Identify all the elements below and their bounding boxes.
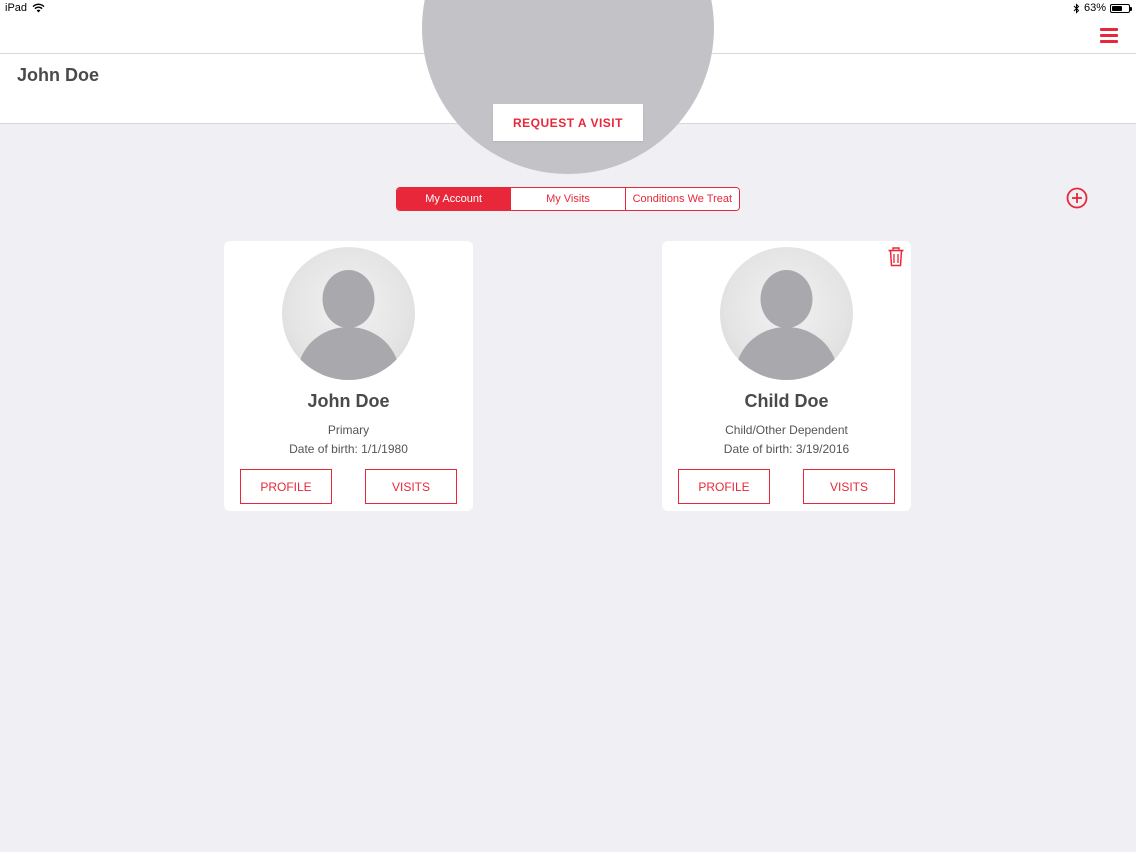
member-card: Child Doe Child/Other Dependent Date of … <box>662 241 911 511</box>
person-placeholder-icon <box>297 270 400 380</box>
avatar <box>282 247 415 380</box>
tab-my-visits[interactable]: My Visits <box>511 188 626 210</box>
account-user-name: John Doe <box>17 65 100 85</box>
member-dob: Date of birth: 3/19/2016 <box>723 442 850 456</box>
bluetooth-icon <box>1073 2 1080 14</box>
visits-button[interactable]: VISITS <box>803 469 895 504</box>
member-name: Child Doe <box>744 391 829 411</box>
member-role: Primary <box>327 423 370 437</box>
status-right: 63% <box>1073 2 1132 14</box>
tab-conditions-we-treat[interactable]: Conditions We Treat <box>625 188 739 210</box>
member-dob: Date of birth: 1/1/1980 <box>289 442 408 456</box>
plus-circle-icon[interactable] <box>1066 187 1088 209</box>
trash-icon[interactable] <box>887 247 905 267</box>
hero-circle <box>422 0 714 174</box>
battery-percent: 63% <box>1083 2 1106 14</box>
member-role: Child/Other Dependent <box>725 423 848 437</box>
profile-button[interactable]: PROFILE <box>240 469 332 504</box>
member-card: John Doe Primary Date of birth: 1/1/1980… <box>224 241 473 511</box>
member-name: John Doe <box>307 391 390 411</box>
visits-button[interactable]: VISITS <box>365 469 457 504</box>
profile-button[interactable]: PROFILE <box>678 469 770 504</box>
battery-icon <box>1110 3 1132 13</box>
account-tabs: My Account My Visits Conditions We Treat <box>396 187 740 211</box>
request-visit-button[interactable]: REQUEST A VISIT <box>493 104 643 141</box>
person-placeholder-icon <box>735 270 838 380</box>
battery-fill <box>1112 5 1123 11</box>
hamburger-menu-icon[interactable] <box>1100 28 1118 43</box>
avatar <box>720 247 853 380</box>
tab-my-account[interactable]: My Account <box>397 188 512 210</box>
